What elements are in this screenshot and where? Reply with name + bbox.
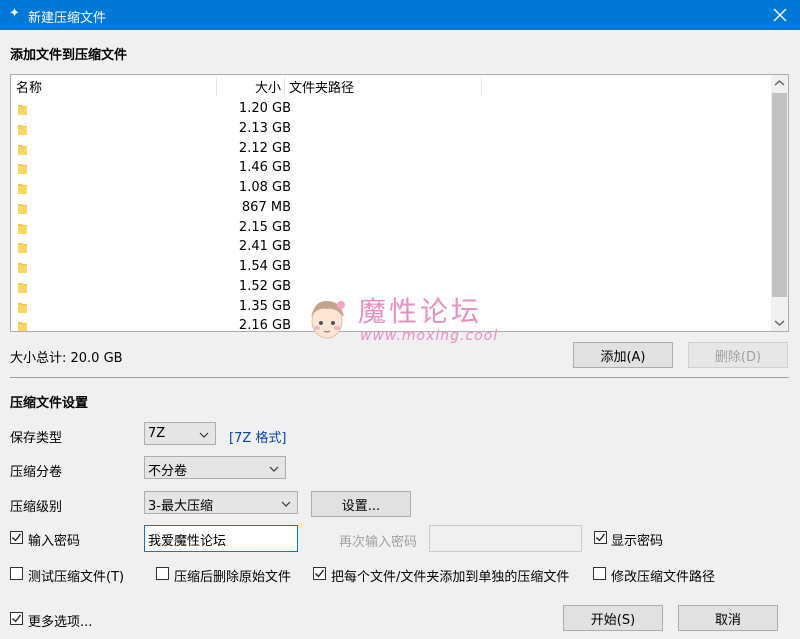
column-header-path[interactable]: 文件夹路径 (289, 77, 354, 97)
watermark-logo: 魔性论坛 www.moxing.cool (300, 290, 500, 350)
repeat-password-label: 再次输入密码 (339, 535, 418, 550)
file-size: 2.16 GB (238, 318, 291, 332)
test-checkbox[interactable] (10, 567, 23, 580)
checkmark-icon (315, 569, 325, 578)
checkmark-icon (596, 533, 606, 542)
table-row[interactable]: 1.54 GB (11, 257, 771, 277)
separate-archives-checkbox[interactable] (313, 567, 326, 580)
settings-button[interactable]: 设置... (311, 491, 411, 517)
table-row[interactable]: 2.41 GB (11, 237, 771, 257)
folder-icon (18, 242, 27, 254)
split-value: 不分卷 (148, 464, 188, 479)
checkmark-icon (12, 614, 22, 623)
section-divider (10, 377, 789, 378)
folder-icon (18, 183, 27, 194)
folder-icon (18, 124, 27, 135)
file-size: 1.35 GB (238, 298, 291, 314)
list-scrollbar[interactable] (771, 75, 788, 331)
column-header-size[interactable]: 大小 (255, 77, 281, 97)
delete-button[interactable]: 删除(D) (688, 342, 788, 368)
file-size: 1.46 GB (238, 160, 291, 176)
split-label: 压缩分卷 (10, 465, 63, 480)
app-icon: ✦ (9, 6, 20, 21)
file-size: 2.12 GB (238, 140, 291, 156)
settings-section-title: 压缩文件设置 (10, 396, 89, 411)
change-path-checkbox[interactable] (593, 567, 606, 580)
change-path-label[interactable]: 修改压缩文件路径 (611, 566, 715, 585)
more-options-checkbox[interactable] (10, 612, 23, 625)
repeat-password-input[interactable] (429, 525, 582, 552)
table-row[interactable]: 2.15 GB (11, 218, 771, 238)
table-row[interactable]: 1.20 GB (11, 99, 771, 119)
folder-icon (18, 321, 27, 331)
file-size: 867 MB (241, 199, 291, 215)
table-row[interactable]: 867 MB (11, 198, 771, 218)
cancel-button[interactable]: 取消 (678, 605, 778, 631)
column-separator[interactable] (284, 77, 285, 97)
folder-icon (18, 262, 27, 273)
password-input[interactable]: 我爱魔性论坛 (144, 525, 298, 552)
column-header-name[interactable]: 名称 (16, 77, 42, 97)
add-button[interactable]: 添加(A) (573, 342, 673, 368)
folder-icon (18, 163, 27, 175)
close-icon[interactable] (768, 3, 792, 27)
format-value: 7Z (148, 426, 166, 441)
more-options-label[interactable]: 更多选项... (28, 611, 92, 630)
password-label[interactable]: 输入密码 (28, 530, 80, 549)
window-title: 新建压缩文件 (28, 11, 107, 26)
column-separator[interactable] (481, 77, 482, 97)
folder-icon (18, 302, 27, 313)
delete-after-label[interactable]: 压缩后删除原始文件 (174, 566, 291, 585)
total-size-label: 大小总计: 20.0 GB (10, 351, 123, 366)
show-password-checkbox[interactable] (594, 531, 607, 544)
folder-icon (18, 223, 27, 234)
files-section-title: 添加文件到压缩文件 (10, 48, 128, 63)
format-link[interactable]: [7Z 格式] (229, 427, 286, 446)
split-select[interactable]: 不分卷 (144, 456, 286, 479)
chevron-down-icon (199, 429, 209, 439)
separate-archives-label[interactable]: 把每个文件/文件夹添加到单独的压缩文件 (331, 566, 569, 585)
start-button[interactable]: 开始(S) (563, 605, 663, 631)
password-checkbox[interactable] (10, 531, 23, 544)
password-value: 我爱魔性论坛 (148, 534, 227, 549)
file-size: 1.52 GB (238, 278, 291, 294)
folder-icon (18, 144, 27, 155)
watermark-text: 魔性论坛 (358, 295, 483, 328)
cartoon-face-icon (311, 300, 345, 339)
folder-icon (18, 282, 27, 293)
file-size: 1.20 GB (238, 101, 291, 116)
file-size: 2.41 GB (238, 239, 291, 255)
checkmark-icon (12, 533, 22, 542)
delete-after-checkbox[interactable] (156, 567, 169, 580)
scroll-thumb[interactable] (772, 93, 787, 297)
file-size: 2.15 GB (238, 219, 291, 235)
table-row[interactable]: 1.46 GB (11, 158, 771, 178)
chevron-down-icon (281, 498, 291, 508)
format-label: 保存类型 (10, 431, 63, 446)
show-password-label[interactable]: 显示密码 (611, 530, 663, 549)
folder-icon (18, 203, 27, 214)
file-size: 2.13 GB (238, 120, 291, 136)
level-label: 压缩级别 (10, 500, 63, 515)
table-row[interactable]: 1.08 GB (11, 178, 771, 198)
folder-icon (18, 104, 27, 115)
file-size: 1.08 GB (238, 180, 291, 195)
format-select[interactable]: 7Z (144, 422, 216, 445)
title-bar: ✦ 新建压缩文件 (0, 0, 800, 30)
file-size: 1.54 GB (238, 259, 291, 274)
table-row[interactable]: 2.12 GB (11, 139, 771, 159)
column-separator[interactable] (216, 77, 217, 97)
level-select[interactable]: 3-最大压缩 (144, 491, 298, 514)
test-label[interactable]: 测试压缩文件(T) (28, 566, 124, 585)
scroll-down-icon[interactable] (771, 314, 788, 331)
scroll-up-icon[interactable] (771, 75, 788, 92)
level-value: 3-最大压缩 (148, 499, 213, 514)
table-row[interactable]: 2.13 GB (11, 119, 771, 139)
watermark-url: www.moxing.cool (360, 328, 499, 344)
chevron-down-icon (269, 463, 279, 473)
